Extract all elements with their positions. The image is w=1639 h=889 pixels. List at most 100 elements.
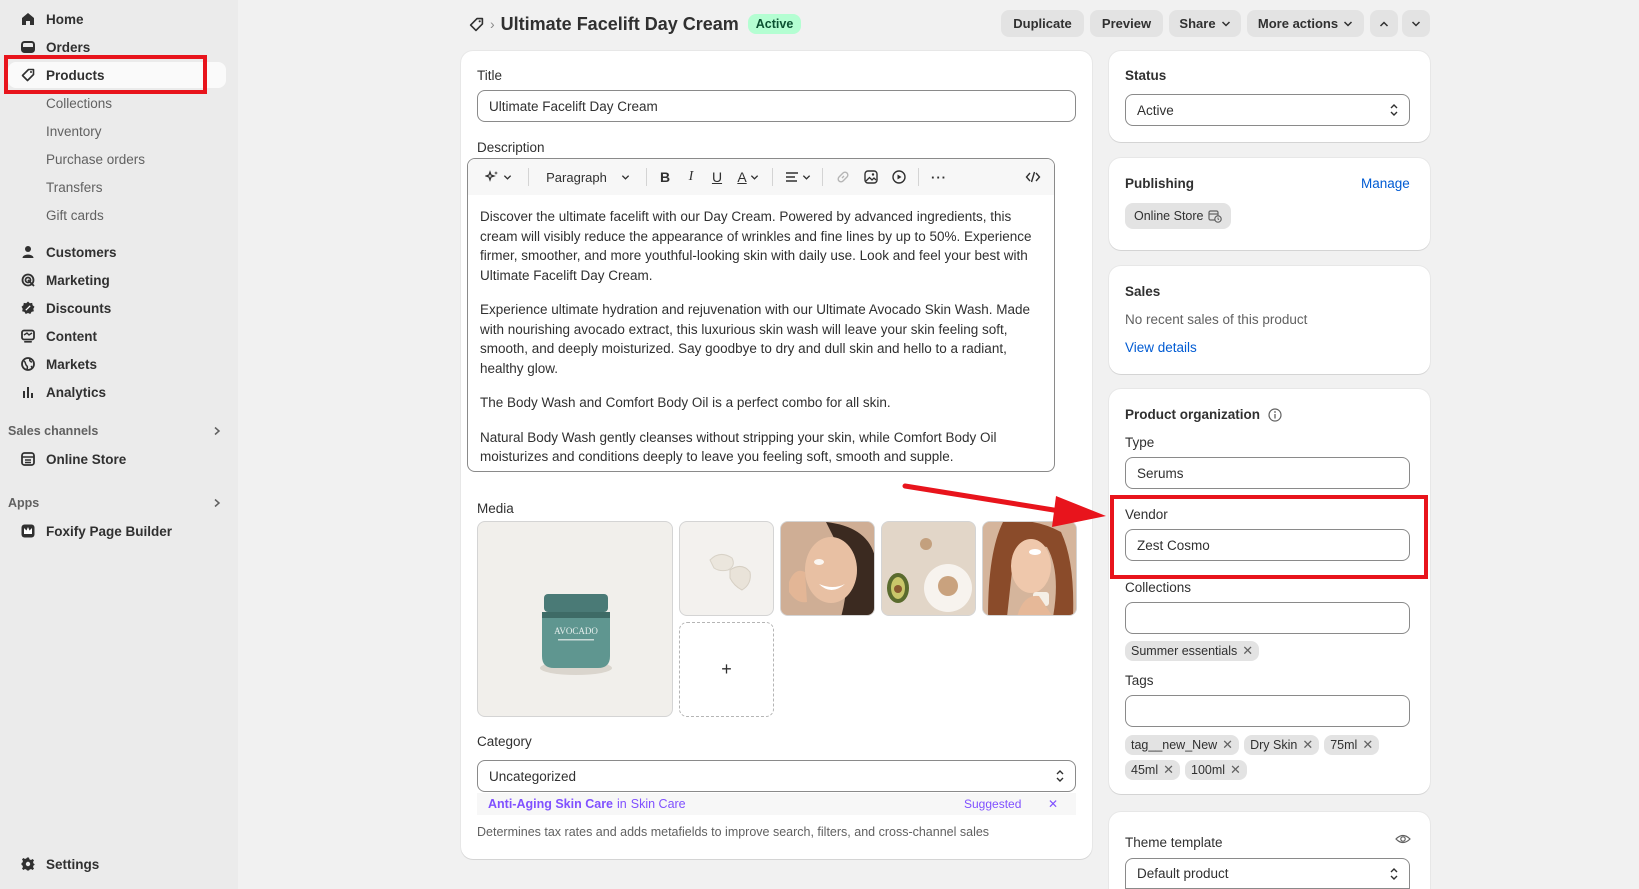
nav-customers[interactable]: Customers [8,239,226,265]
nav-collections[interactable]: Collections [46,96,112,111]
nav-online-store-label: Online Store [46,451,127,467]
theme-value: Default product [1137,866,1229,881]
nav-analytics[interactable]: Analytics [8,379,226,405]
description-text-area[interactable]: Discover the ultimate facelift with our … [468,195,1054,471]
media-main-jar[interactable]: AVOCADO [477,521,673,717]
chevron-down-icon [1411,19,1421,29]
inbox-icon [20,39,36,55]
content-icon [20,328,36,344]
tags-input[interactable] [1125,695,1410,727]
toolbar-divider [528,168,529,186]
text-color-button[interactable]: A [732,159,764,195]
nav-content-label: Content [46,328,97,344]
remove-chip-icon[interactable]: ✕ [1302,737,1313,753]
remove-chip-icon[interactable]: ✕ [1362,737,1373,753]
paragraph-format-select[interactable]: Paragraph [540,159,636,195]
italic-icon: I [688,169,694,184]
title-input[interactable]: Ultimate Facelift Day Cream [477,90,1076,122]
more-actions-button[interactable]: More actions [1247,10,1364,37]
nav-markets[interactable]: Markets [8,351,226,377]
toolbar-divider [822,168,823,186]
media-gua-sha[interactable] [679,521,774,616]
tag-icon[interactable] [466,14,486,34]
dismiss-suggestion-icon[interactable]: ✕ [1048,797,1058,811]
theme-template-select[interactable]: Default product [1125,858,1410,889]
suggestion-category: Anti-Aging Skin Care [488,797,614,811]
category-help-text: Determines tax rates and adds metafields… [477,825,990,839]
tag-chip: Dry Skin ✕ [1244,735,1320,755]
status-select[interactable]: Active [1125,94,1410,126]
preview-label: Preview [1101,16,1152,31]
remove-chip-icon[interactable]: ✕ [1230,762,1241,778]
tag-chip-label: 75ml [1330,738,1358,752]
nav-discounts[interactable]: Discounts [8,295,226,321]
nav-marketing-label: Marketing [46,272,110,288]
annotation-arrow-icon [902,483,1106,527]
sales-channels-section[interactable]: Sales channels [8,424,226,438]
select-arrows-icon [1389,103,1399,117]
select-arrows-icon [1389,867,1399,881]
nav-settings[interactable]: Settings [8,851,226,877]
add-media-button[interactable]: + [679,622,774,717]
link-button[interactable] [832,159,854,195]
collection-chip-list: Summer essentials ✕ [1125,641,1260,661]
show-html-button[interactable] [1021,159,1045,195]
manage-link[interactable]: Manage [1361,176,1410,191]
nav-inventory[interactable]: Inventory [46,124,102,139]
nav-home[interactable]: Home [8,6,226,32]
highlight-box-products [4,55,207,94]
remove-chip-icon[interactable]: ✕ [1242,643,1253,659]
media-avocado-bowl[interactable] [881,521,976,616]
home-icon [20,11,36,27]
preview-button[interactable]: Preview [1090,10,1163,37]
store-icon [20,451,36,467]
info-icon[interactable] [1268,407,1282,422]
nav-purchase-orders[interactable]: Purchase orders [46,152,145,167]
italic-button[interactable]: I [680,159,702,195]
category-select[interactable]: Uncategorized [477,760,1076,792]
type-value: Serums [1137,465,1184,481]
nav-discounts-label: Discounts [46,300,112,316]
media-woman-cream[interactable] [982,521,1077,616]
nav-foxify-app[interactable]: Foxify Page Builder [8,518,226,544]
insert-video-button[interactable] [888,159,910,195]
nav-content[interactable]: Content [8,323,226,349]
bold-button[interactable]: B [654,159,676,195]
breadcrumb-separator: › [490,16,495,32]
description-paragraph: Natural Body Wash gently cleanses withou… [480,429,997,465]
ai-generate-button[interactable] [480,159,516,195]
view-details-link[interactable]: View details [1125,340,1197,355]
chevron-down-icon [750,173,759,182]
tag-chip: 75ml ✕ [1324,735,1380,755]
apps-section[interactable]: Apps [8,496,226,510]
category-suggestion[interactable]: Anti-Aging Skin Care in Skin Care Sugges… [477,793,1076,815]
duplicate-button[interactable]: Duplicate [1001,10,1084,37]
nav-marketing[interactable]: Marketing [8,267,226,293]
nav-gift-cards[interactable]: Gift cards [46,208,104,223]
chart-icon [20,384,36,400]
remove-chip-icon[interactable]: ✕ [1163,762,1174,778]
add-media-label: + [721,659,732,679]
type-input[interactable]: Serums [1125,457,1410,489]
nav-markets-label: Markets [46,356,98,372]
collections-input[interactable] [1125,602,1410,634]
tag-chip: 100ml ✕ [1185,760,1247,780]
media-woman-smiling[interactable] [780,521,875,616]
underline-button[interactable]: U [706,159,728,195]
more-formatting-button[interactable]: ··· [928,159,950,195]
insert-image-button[interactable] [860,159,882,195]
tag-chip-list: tag__new_New ✕ Dry Skin ✕ 75ml ✕ 45ml ✕ 100m… [1125,735,1410,780]
next-product-button[interactable] [1402,10,1430,37]
nav-transfers[interactable]: Transfers [46,180,103,195]
align-button[interactable] [782,159,814,195]
tag-chip-label: 100ml [1191,763,1226,777]
share-button[interactable]: Share [1169,10,1241,37]
remove-chip-icon[interactable]: ✕ [1222,737,1233,753]
apps-label: Apps [8,496,40,510]
previous-product-button[interactable] [1370,10,1398,37]
description-label: Description [477,140,545,155]
nav-online-store[interactable]: Online Store [8,446,226,472]
nav-home-label: Home [46,11,84,27]
eye-icon[interactable] [1395,832,1411,846]
avocado-bowl-image [882,522,975,615]
